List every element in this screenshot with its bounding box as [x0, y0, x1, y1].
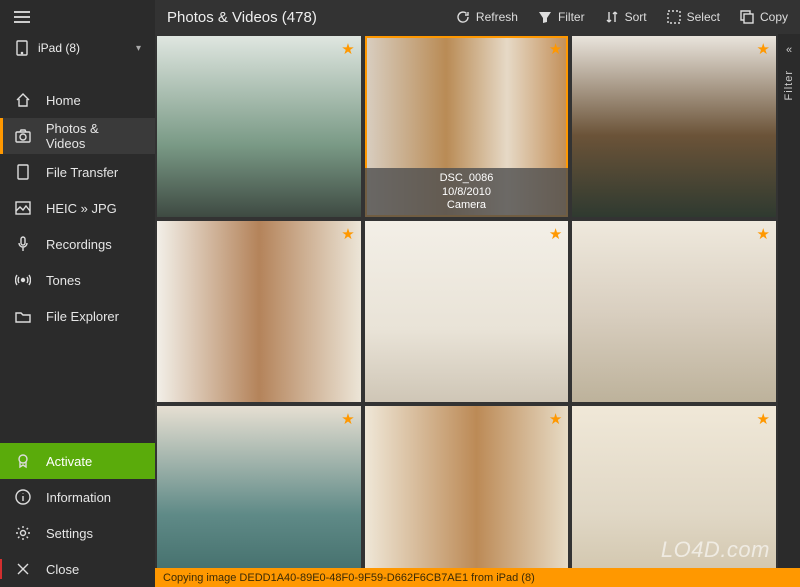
- bottom-nav: Activate Information Settings Close: [0, 443, 155, 587]
- photo-thumb[interactable]: ★: [365, 406, 569, 587]
- select-button[interactable]: Select: [667, 10, 720, 24]
- toolbar: Photos & Videos (478) Refresh Filter Sor…: [155, 0, 800, 34]
- star-icon: ★: [341, 40, 354, 58]
- sidebar-top: [0, 0, 155, 34]
- nav: Home Photos & Videos File Transfer HEIC …: [0, 82, 155, 443]
- app-root: iPad (8) ▾ Home Photos & Videos File Tra…: [0, 0, 800, 587]
- status-bar: Copying image DEDD1A40-89E0-48F0-9F59-D6…: [155, 568, 800, 587]
- right-filter-tab[interactable]: Filter: [783, 70, 795, 100]
- photo-thumb[interactable]: ★: [572, 221, 776, 402]
- star-icon: ★: [549, 225, 562, 243]
- select-icon: [667, 10, 681, 24]
- star-icon: ★: [757, 40, 770, 58]
- content-area: ★ ★ DSC_0086 10/8/2010 Camera ★ ★ ★ ★ ★ …: [155, 34, 800, 587]
- sort-button[interactable]: Sort: [605, 10, 647, 24]
- mic-icon: [14, 236, 32, 252]
- photo-thumb[interactable]: ★: [572, 406, 776, 587]
- sidebar-item-label: Recordings: [46, 237, 112, 252]
- information-label: Information: [46, 490, 111, 505]
- photo-thumb[interactable]: ★: [157, 36, 361, 217]
- folder-icon: [14, 310, 32, 323]
- close-label: Close: [46, 562, 79, 577]
- copy-label: Copy: [760, 10, 788, 24]
- info-icon: [14, 489, 32, 505]
- activate-button[interactable]: Activate: [0, 443, 155, 479]
- right-rail: « Filter: [778, 34, 800, 587]
- information-button[interactable]: Information: [0, 479, 155, 515]
- star-icon: ★: [341, 225, 354, 243]
- star-icon: ★: [757, 225, 770, 243]
- thumb-overlay: DSC_0086 10/8/2010 Camera: [365, 168, 569, 217]
- device-selector[interactable]: iPad (8) ▾: [0, 34, 155, 64]
- sidebar-item-heic[interactable]: HEIC » JPG: [0, 190, 155, 226]
- star-icon: ★: [549, 410, 562, 428]
- thumb-name: DSC_0086: [371, 172, 563, 186]
- image-icon: [14, 201, 32, 215]
- filter-button[interactable]: Filter: [538, 10, 585, 24]
- sort-label: Sort: [625, 10, 647, 24]
- sidebar-item-label: Photos & Videos: [46, 121, 141, 151]
- activate-label: Activate: [46, 454, 92, 469]
- chevron-icon[interactable]: «: [786, 44, 792, 56]
- device-name: iPad (8): [38, 41, 128, 55]
- badge-icon: [14, 453, 32, 469]
- status-text: Copying image DEDD1A40-89E0-48F0-9F59-D6…: [163, 572, 535, 584]
- photo-grid: ★ ★ DSC_0086 10/8/2010 Camera ★ ★ ★ ★ ★ …: [155, 34, 778, 587]
- refresh-button[interactable]: Refresh: [456, 10, 518, 24]
- sidebar: iPad (8) ▾ Home Photos & Videos File Tra…: [0, 0, 155, 587]
- chevron-down-icon: ▾: [136, 43, 141, 54]
- thumb-date: 10/8/2010: [371, 186, 563, 200]
- settings-button[interactable]: Settings: [0, 515, 155, 551]
- camera-icon: [14, 129, 32, 143]
- select-label: Select: [687, 10, 720, 24]
- close-icon: [14, 562, 32, 576]
- home-icon: [14, 92, 32, 108]
- star-icon: ★: [549, 40, 562, 58]
- sidebar-item-recordings[interactable]: Recordings: [0, 226, 155, 262]
- main: Photos & Videos (478) Refresh Filter Sor…: [155, 0, 800, 587]
- close-button[interactable]: Close: [0, 551, 155, 587]
- sidebar-item-label: File Transfer: [46, 165, 118, 180]
- hamburger-icon[interactable]: [14, 11, 30, 23]
- star-icon: ★: [757, 410, 770, 428]
- gear-icon: [14, 525, 32, 541]
- photo-thumb[interactable]: ★: [157, 221, 361, 402]
- photo-thumb-selected[interactable]: ★ DSC_0086 10/8/2010 Camera: [365, 36, 569, 217]
- phone-icon: [14, 164, 32, 180]
- tones-icon: [14, 274, 32, 286]
- photo-thumb[interactable]: ★: [572, 36, 776, 217]
- sidebar-item-label: HEIC » JPG: [46, 201, 117, 216]
- refresh-label: Refresh: [476, 10, 518, 24]
- sidebar-item-label: Home: [46, 93, 81, 108]
- tablet-icon: [14, 40, 30, 56]
- copy-button[interactable]: Copy: [740, 10, 788, 24]
- sidebar-item-explorer[interactable]: File Explorer: [0, 298, 155, 334]
- filter-label: Filter: [558, 10, 585, 24]
- filter-icon: [538, 10, 552, 24]
- refresh-icon: [456, 10, 470, 24]
- sidebar-item-home[interactable]: Home: [0, 82, 155, 118]
- sidebar-item-tones[interactable]: Tones: [0, 262, 155, 298]
- thumb-source: Camera: [371, 199, 563, 213]
- photo-thumb[interactable]: ★: [365, 221, 569, 402]
- copy-icon: [740, 10, 754, 24]
- sort-icon: [605, 10, 619, 24]
- star-icon: ★: [341, 410, 354, 428]
- sidebar-item-label: File Explorer: [46, 309, 119, 324]
- sidebar-item-label: Tones: [46, 273, 81, 288]
- sidebar-item-filetransfer[interactable]: File Transfer: [0, 154, 155, 190]
- sidebar-item-photos[interactable]: Photos & Videos: [0, 118, 155, 154]
- photo-thumb[interactable]: ★: [157, 406, 361, 587]
- settings-label: Settings: [46, 526, 93, 541]
- page-title: Photos & Videos (478): [167, 9, 436, 26]
